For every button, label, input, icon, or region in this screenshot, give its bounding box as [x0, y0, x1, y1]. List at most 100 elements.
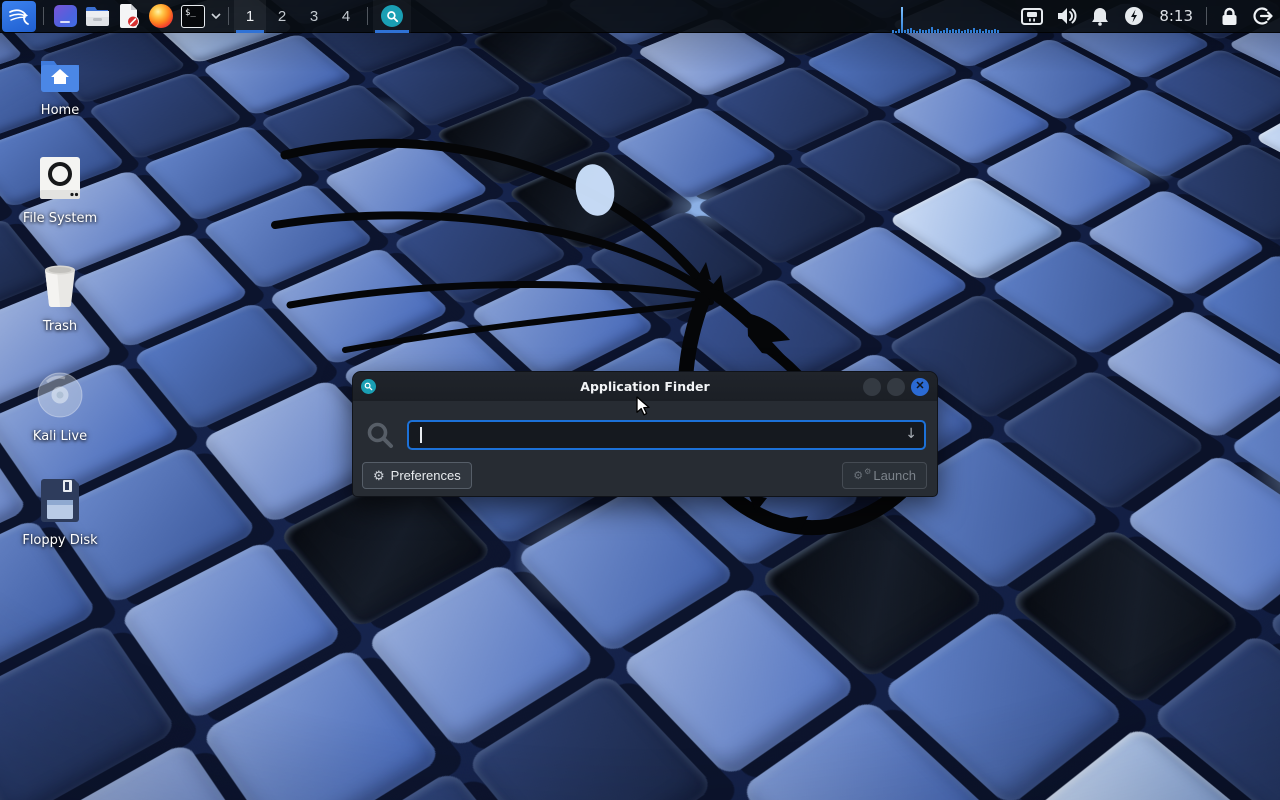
- cpu-bar: [931, 27, 933, 32]
- workspace-3[interactable]: 3: [298, 0, 330, 33]
- launch-label: Launch: [873, 468, 916, 483]
- home-folder-icon: [39, 56, 81, 92]
- desktop-icon-label: Trash: [8, 319, 112, 334]
- cpu-bar: [952, 29, 954, 32]
- desktop-icon-trash[interactable]: Trash: [8, 262, 112, 334]
- gear-small-icon: ⚙: [864, 467, 871, 476]
- cpu-bar: [925, 30, 927, 32]
- cpu-bar: [979, 29, 981, 32]
- cpu-bar: [895, 31, 897, 33]
- preferences-button[interactable]: ⚙ Preferences: [362, 462, 472, 489]
- panel-separator: [367, 7, 368, 25]
- cpu-bar: [922, 30, 924, 33]
- gear-icon: ⚙: [373, 468, 385, 484]
- search-icon: [366, 421, 394, 449]
- ethernet-icon: [1021, 8, 1043, 25]
- desktop-icon-home[interactable]: Home: [8, 56, 112, 118]
- preferences-label: Preferences: [391, 468, 461, 483]
- cpu-bar: [916, 31, 918, 33]
- search-field-wrapper: ↓: [407, 420, 926, 450]
- workspace-1[interactable]: 1: [234, 0, 266, 33]
- applications-menu-button[interactable]: [2, 1, 36, 32]
- text-caret: [420, 427, 422, 443]
- cpu-bar: [937, 29, 939, 32]
- launch-button[interactable]: ⚙⚙ Launch: [842, 462, 927, 489]
- cpu-bar: [958, 29, 960, 33]
- workspace-4[interactable]: 4: [330, 0, 362, 33]
- volume-tray-button[interactable]: [1049, 0, 1083, 33]
- cpu-bar: [904, 30, 906, 32]
- titlebar[interactable]: Application Finder ✕: [353, 372, 937, 401]
- desktop-icon-file-system[interactable]: File System: [8, 156, 112, 226]
- terminal-launcher[interactable]: $_: [177, 0, 209, 33]
- cpu-bar: [970, 30, 972, 32]
- cpu-bar: [892, 30, 894, 33]
- cpu-bar: [901, 7, 903, 33]
- cpu-bar: [934, 30, 936, 32]
- cpu-bar: [943, 30, 945, 33]
- cpu-bar: [964, 30, 966, 33]
- search-input[interactable]: [407, 420, 926, 450]
- cpu-bar: [994, 29, 996, 32]
- cpu-bar: [997, 30, 999, 32]
- cpu-bar: [961, 31, 963, 33]
- cpu-bar: [919, 29, 921, 33]
- file-manager-icon: [85, 6, 110, 27]
- power-bolt-icon: [1124, 6, 1144, 26]
- taskbar-application-finder[interactable]: [373, 0, 411, 33]
- trash-can-icon: [40, 262, 80, 308]
- close-button[interactable]: ✕: [911, 378, 929, 396]
- logout-button[interactable]: [1246, 0, 1280, 33]
- desktop-icon-label: Kali Live: [8, 429, 112, 444]
- bell-icon: [1091, 7, 1109, 26]
- cpu-bar: [991, 30, 993, 32]
- maximize-button[interactable]: [887, 378, 905, 396]
- cpu-bar: [973, 28, 975, 32]
- text-editor-launcher[interactable]: [113, 0, 145, 33]
- show-desktop-launcher[interactable]: [49, 0, 81, 33]
- firefox-launcher[interactable]: [145, 0, 177, 33]
- cpu-bar: [928, 29, 930, 32]
- cpu-graph[interactable]: [890, 0, 1015, 33]
- network-tray-button[interactable]: [1015, 0, 1049, 33]
- lock-icon: [1221, 7, 1238, 26]
- terminal-dropdown-button[interactable]: [209, 0, 223, 33]
- kali-logo-icon: [8, 5, 30, 27]
- cpu-bar: [946, 28, 948, 32]
- cpu-bar: [982, 31, 984, 33]
- cpu-bar: [985, 29, 987, 33]
- top-panel: $_ 1 2 3 4: [0, 0, 1280, 33]
- cpu-bar: [949, 30, 951, 32]
- panel-separator: [1206, 7, 1207, 25]
- desktop-icon-label: File System: [8, 211, 112, 226]
- application-finder-window: Application Finder ✕ ↓ ⚙ Preferences ⚙⚙ …: [352, 371, 938, 497]
- clock[interactable]: 8:13: [1151, 7, 1201, 25]
- cpu-bar: [913, 30, 915, 32]
- file-manager-launcher[interactable]: [81, 0, 113, 33]
- power-manager-tray-button[interactable]: [1117, 0, 1151, 33]
- desktop-icon-label: Floppy Disk: [8, 533, 112, 548]
- cpu-bar: [988, 30, 990, 33]
- workspace-switcher: 1 2 3 4: [234, 0, 362, 33]
- minimize-button[interactable]: [863, 378, 881, 396]
- notifications-tray-button[interactable]: [1083, 0, 1117, 33]
- chevron-down-icon: [211, 13, 221, 19]
- hard-drive-icon: [39, 156, 81, 200]
- terminal-icon: $_: [181, 5, 205, 28]
- cpu-bar: [976, 30, 978, 32]
- window-title: Application Finder: [353, 379, 937, 394]
- cpu-bar: [898, 29, 900, 33]
- cpu-bar: [910, 28, 912, 33]
- firefox-icon: [149, 4, 173, 28]
- workspace-2[interactable]: 2: [266, 0, 298, 33]
- desktop-window-icon: [54, 5, 77, 27]
- logout-icon: [1253, 7, 1273, 25]
- panel-separator: [228, 7, 229, 25]
- cpu-bar: [967, 29, 969, 32]
- cpu-bar: [940, 31, 942, 33]
- optical-disc-icon: [37, 372, 83, 418]
- desktop-icon-floppy-disk[interactable]: Floppy Disk: [8, 478, 112, 548]
- lock-screen-button[interactable]: [1212, 0, 1246, 33]
- desktop-icon-kali-live[interactable]: Kali Live: [8, 372, 112, 444]
- text-editor-icon: [118, 4, 140, 28]
